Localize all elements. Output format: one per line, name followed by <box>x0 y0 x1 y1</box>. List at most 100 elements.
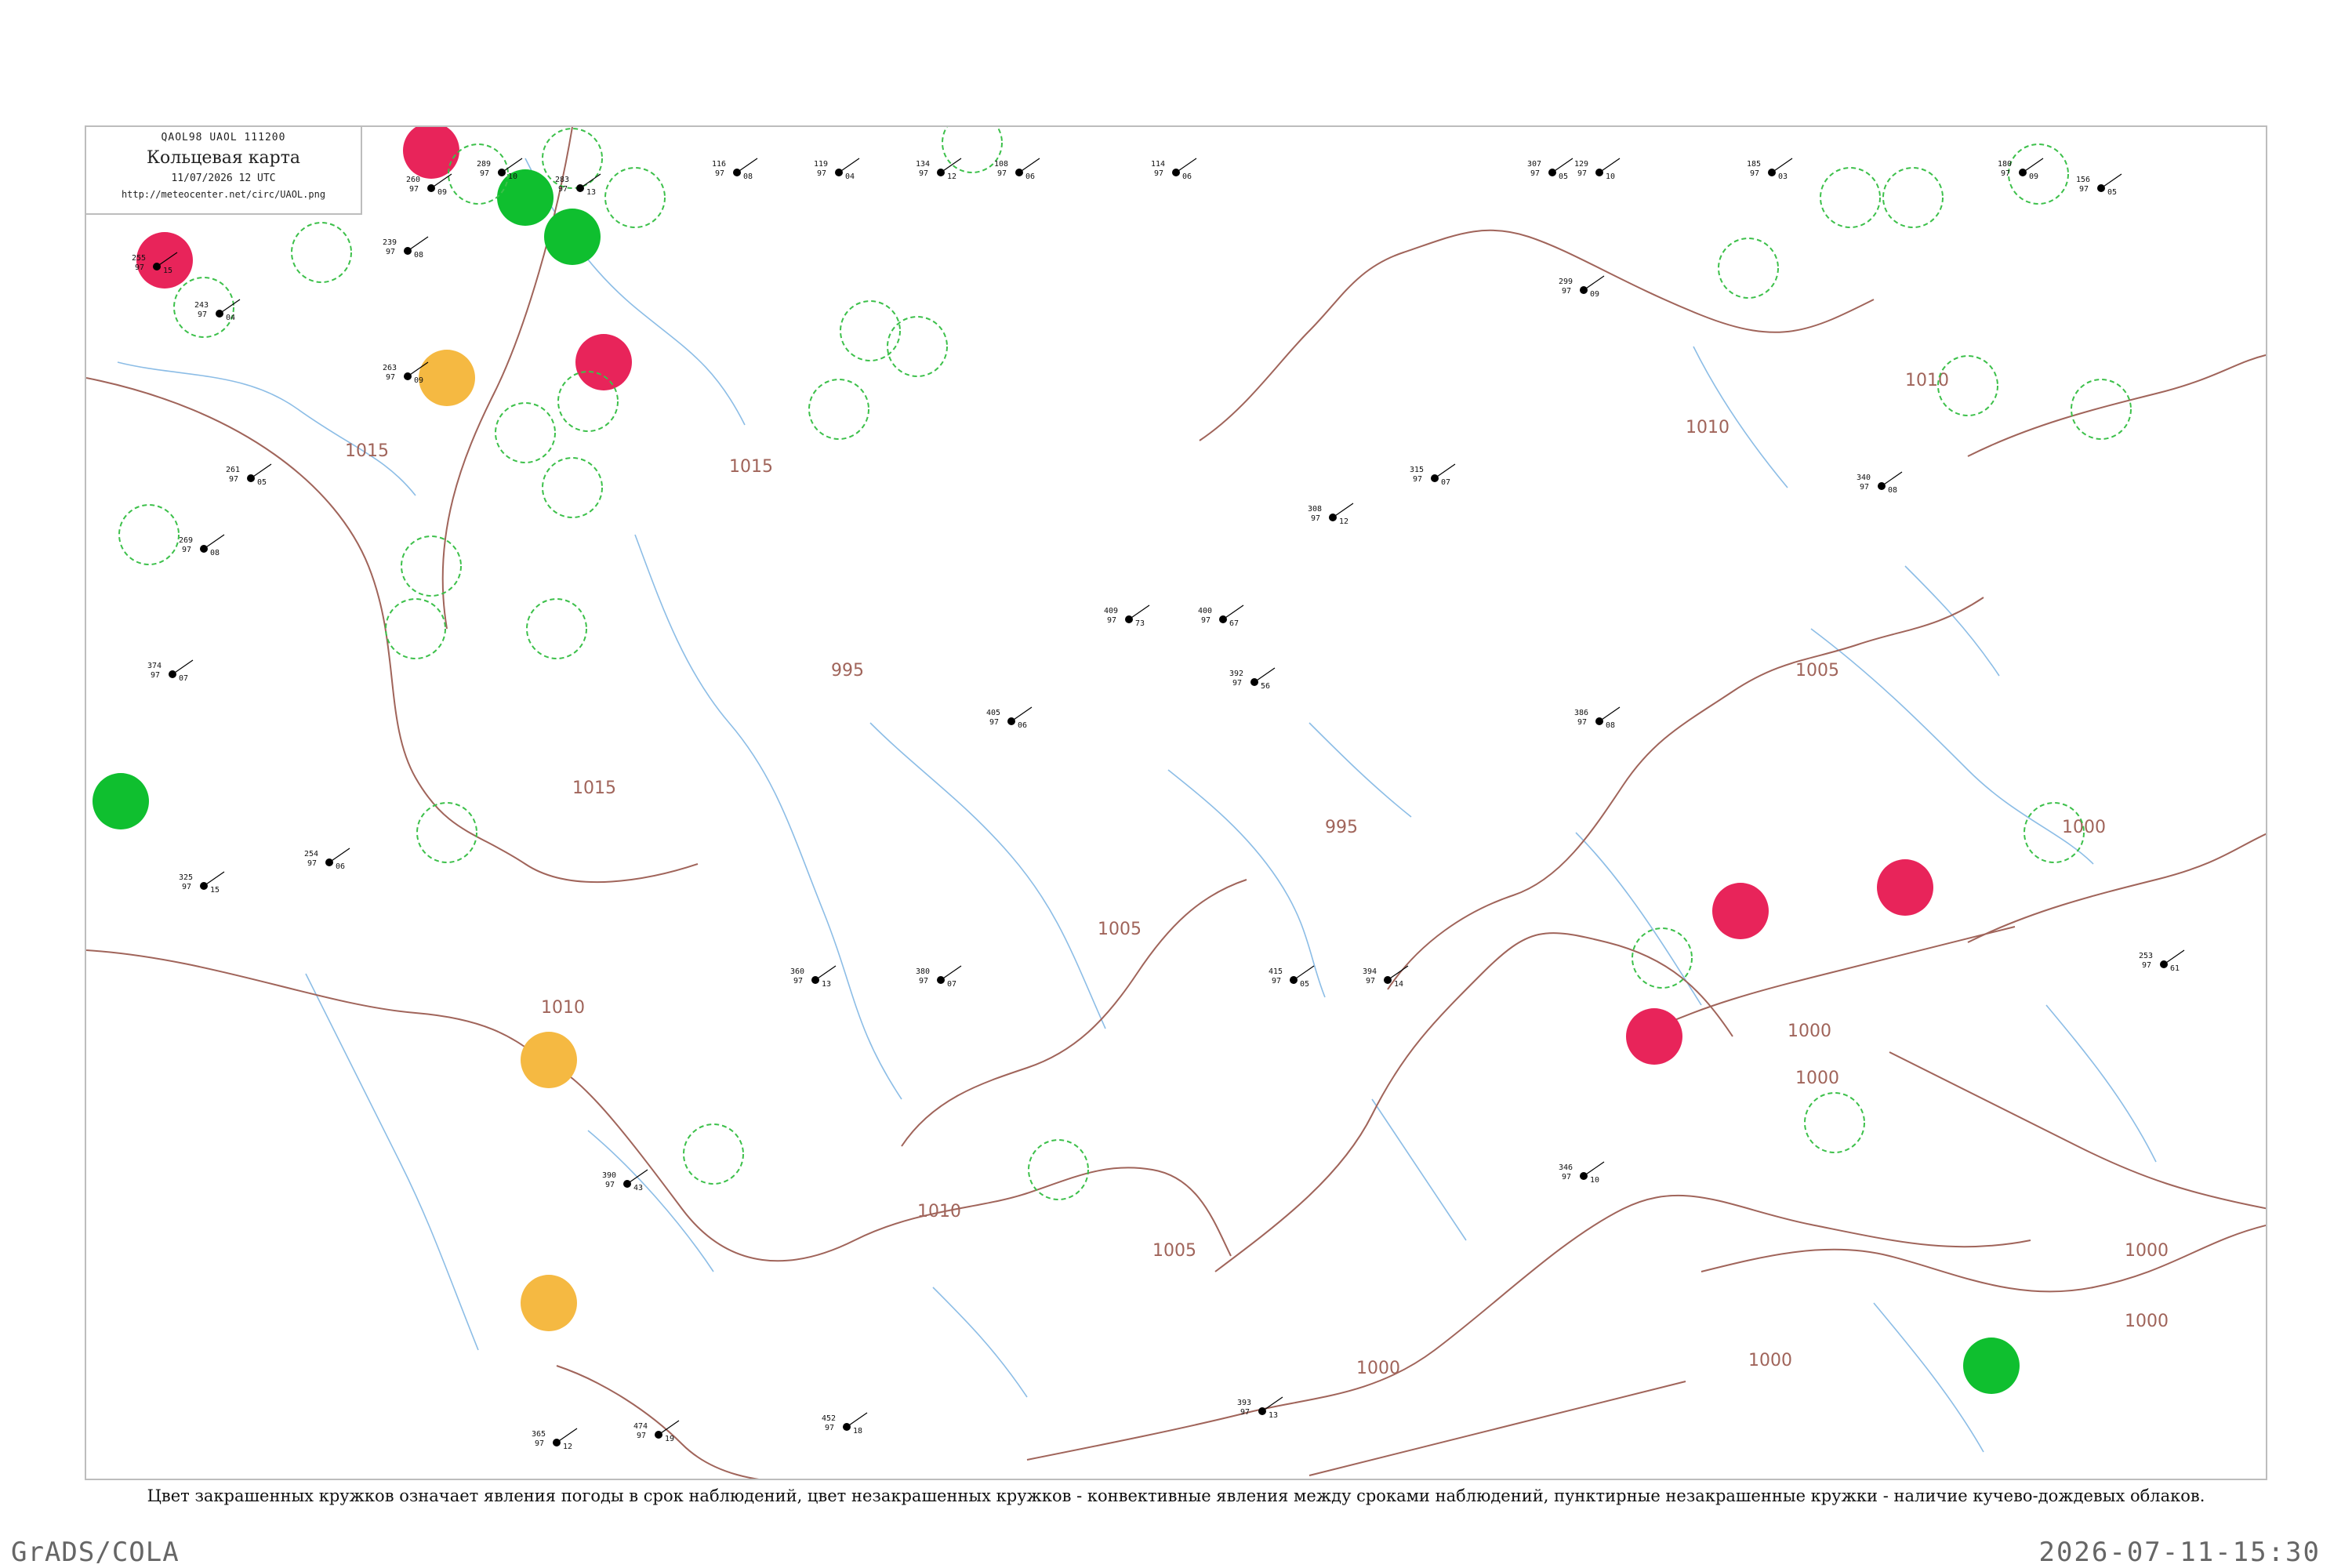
station-plot[interactable]: 26997 08 <box>179 534 225 557</box>
station-temperature: 10 <box>508 172 517 181</box>
station-plot[interactable]: 28997 10 <box>477 158 523 181</box>
station-plot[interactable]: 26197 05 <box>226 463 272 487</box>
station-plot[interactable]: 40597 06 <box>986 706 1033 730</box>
map-date: 11/07/2026 12 UTC <box>171 172 276 184</box>
station-dewpoint: 97 <box>1530 169 1540 178</box>
station-plot[interactable]: 40997 73 <box>1104 604 1150 628</box>
isobar-label: 1015 <box>345 441 389 461</box>
legend-caption: Цвет закрашенных кружков означает явлени… <box>147 1486 2205 1505</box>
station-plot[interactable]: 32597 15 <box>179 871 225 895</box>
station-plot[interactable]: 34697 10 <box>1559 1161 1605 1185</box>
station-pressure: 283 <box>555 176 569 184</box>
station-dewpoint: 97 <box>1750 169 1759 178</box>
station-pressure: 392 <box>1229 670 1243 678</box>
cumulonimbus-ring <box>118 504 180 565</box>
station-dewpoint: 97 <box>535 1439 544 1448</box>
station-plot[interactable]: 25397 61 <box>2139 949 2185 973</box>
wind-barb-icon <box>815 965 837 981</box>
station-temperature: 06 <box>1018 721 1027 730</box>
station-plot[interactable]: 11497 06 <box>1151 158 1197 181</box>
station-temperature: 08 <box>414 251 423 260</box>
station-plot[interactable]: 28397 13 <box>555 173 601 197</box>
station-temperature: 56 <box>1261 682 1270 691</box>
station-dewpoint: 97 <box>1154 169 1163 178</box>
cumulonimbus-ring <box>1804 1092 1865 1153</box>
station-pressure: 180 <box>1998 160 2012 169</box>
station-temperature: 15 <box>210 886 220 895</box>
station-dewpoint: 97 <box>409 185 419 194</box>
station-plot[interactable]: 37497 07 <box>147 659 194 683</box>
wind-barb-icon <box>1018 158 1040 173</box>
station-dewpoint: 97 <box>1272 977 1281 985</box>
station-dewpoint: 97 <box>1860 483 1869 492</box>
station-plot[interactable]: 10897 06 <box>994 158 1040 181</box>
station-plot[interactable]: 31597 07 <box>1410 463 1456 487</box>
cumulonimbus-ring <box>2071 379 2132 440</box>
station-dewpoint: 97 <box>2001 169 2010 178</box>
station-plot[interactable]: 15697 05 <box>2076 173 2122 197</box>
station-plot[interactable]: 11697 08 <box>712 158 758 181</box>
station-plot[interactable]: 25497 06 <box>304 848 350 871</box>
station-pressure: 307 <box>1527 160 1541 169</box>
station-temperature: 12 <box>947 172 956 181</box>
station-plot[interactable]: 40097 67 <box>1198 604 1244 628</box>
station-temperature: 03 <box>1778 172 1788 181</box>
station-plot[interactable]: 18097 09 <box>1998 158 2044 181</box>
wind-barb-icon <box>1332 503 1354 518</box>
station-plot[interactable]: 47497 19 <box>633 1420 680 1443</box>
station-plot[interactable]: 30797 05 <box>1527 158 1573 181</box>
cumulonimbus-ring <box>416 802 477 863</box>
wind-barb-icon <box>556 1428 578 1443</box>
isobar-label: 995 <box>1325 818 1358 837</box>
wind-barb-icon <box>407 236 429 252</box>
station-plot[interactable]: 18597 03 <box>1747 158 1793 181</box>
station-pressure: 239 <box>383 238 397 247</box>
station-plot[interactable]: 38697 08 <box>1574 706 1621 730</box>
station-plot[interactable]: 36597 12 <box>532 1428 578 1451</box>
map-title: Кольцевая карта <box>146 148 300 168</box>
isobar-label: 1000 <box>1356 1359 1400 1378</box>
station-temperature: 07 <box>179 674 188 683</box>
weather-map[interactable]: 1015101510151010101010101010100510051005… <box>86 127 2267 1480</box>
station-pressure: 405 <box>986 709 1000 717</box>
station-plot[interactable]: 23997 08 <box>383 236 429 260</box>
cumulonimbus-ring <box>401 535 462 597</box>
station-plot[interactable]: 45297 18 <box>822 1412 868 1436</box>
station-temperature: 05 <box>1300 980 1309 989</box>
station-pressure: 380 <box>916 967 930 976</box>
station-plot[interactable]: 36097 13 <box>790 965 837 989</box>
wind-barb-icon <box>736 158 758 173</box>
wind-barb-icon <box>2100 173 2122 189</box>
station-temperature: 19 <box>665 1435 674 1443</box>
rain-weather-circle <box>1626 1008 1682 1065</box>
station-plot[interactable]: 39397 13 <box>1237 1396 1283 1420</box>
station-plot[interactable]: 29997 09 <box>1559 275 1605 299</box>
station-plot[interactable]: 34097 08 <box>1857 471 1903 495</box>
isobar-label: 1005 <box>1098 920 1142 939</box>
station-plot[interactable]: 13497 12 <box>916 158 962 181</box>
station-dewpoint: 97 <box>1201 616 1210 625</box>
station-dewpoint: 97 <box>919 977 928 985</box>
station-plot[interactable]: 39297 56 <box>1229 667 1276 691</box>
station-pressure: 315 <box>1410 466 1424 474</box>
weather-phenomena-layer <box>93 127 2132 1394</box>
isobar-label: 1015 <box>729 457 773 477</box>
station-temperature: 12 <box>563 1443 572 1451</box>
wind-barb-icon <box>940 965 962 981</box>
station-dewpoint: 97 <box>817 169 826 178</box>
station-plot[interactable]: 38097 07 <box>916 965 962 989</box>
station-plot[interactable]: 12997 10 <box>1574 158 1621 181</box>
station-plot[interactable]: 39497 14 <box>1363 965 1409 989</box>
station-pressure: 299 <box>1559 278 1573 286</box>
isobar-label: 1000 <box>1788 1022 1831 1041</box>
station-plot[interactable]: 30897 12 <box>1308 503 1354 526</box>
wind-barb-icon <box>1128 604 1150 620</box>
station-plot[interactable]: 41597 05 <box>1269 965 1315 989</box>
rain-weather-circle <box>1877 859 1933 916</box>
station-temperature: 06 <box>1025 172 1035 181</box>
station-pressure: 289 <box>477 160 491 169</box>
station-plot[interactable]: 11997 04 <box>814 158 860 181</box>
map-url[interactable]: http://meteocenter.net/circ/UAOL.png <box>86 189 361 200</box>
station-pressure: 134 <box>916 160 930 169</box>
station-temperature: 67 <box>1229 619 1239 628</box>
